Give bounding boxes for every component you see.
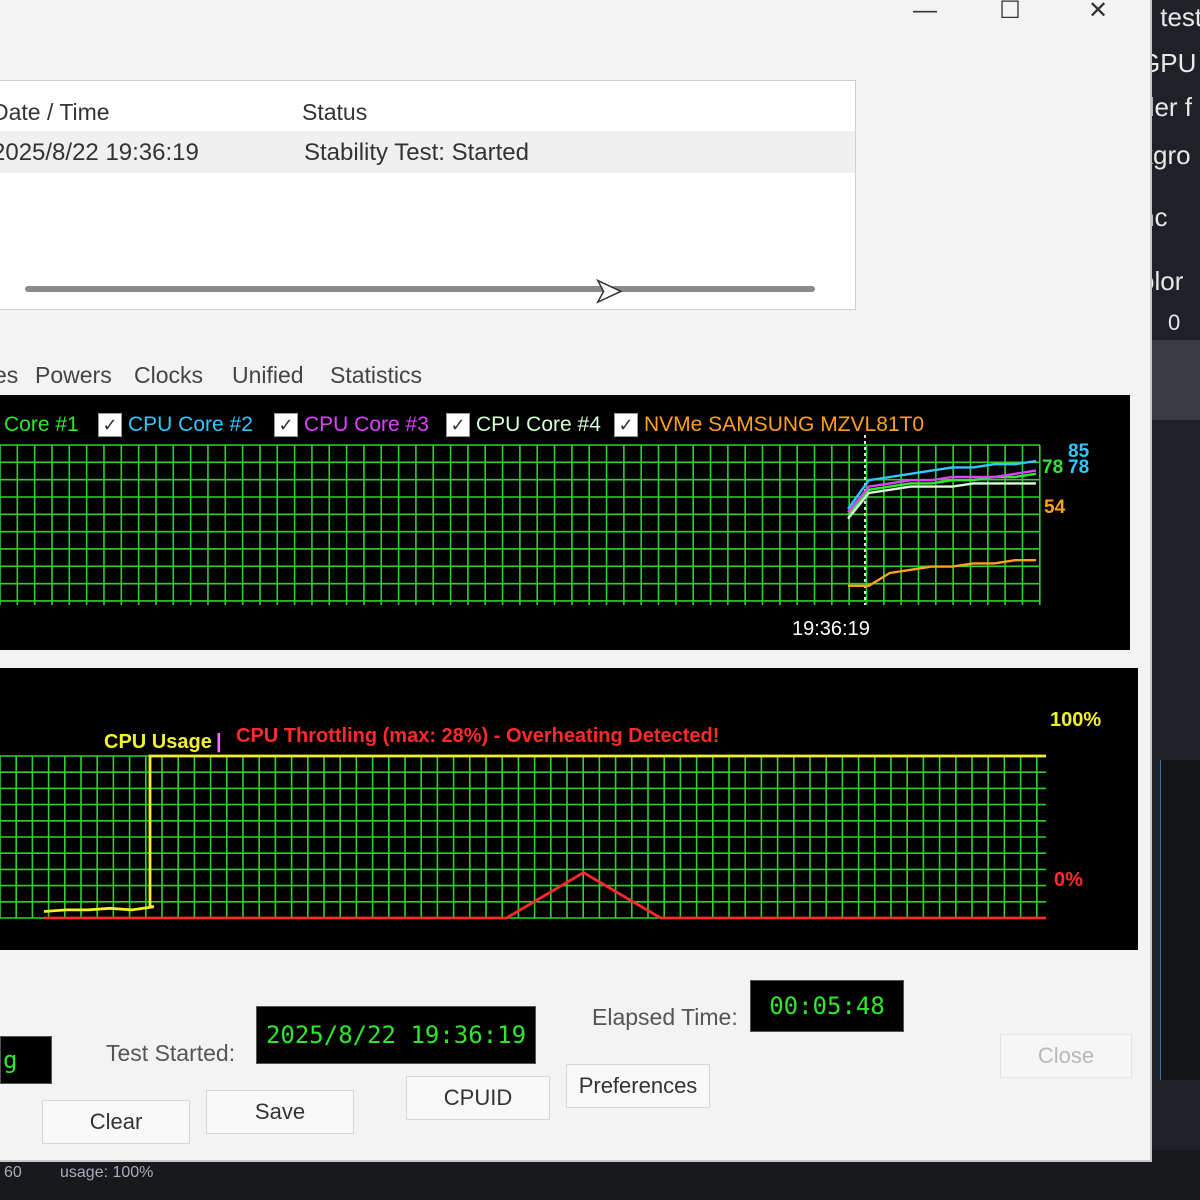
bg-text-line: 0 (1168, 310, 1181, 335)
value-label: 54 (1044, 497, 1066, 518)
time-axis-label: 19:36:19 (792, 618, 870, 640)
mouse-pointer-icon: ➤ (593, 271, 623, 311)
taskbar-item: usage: 100% (60, 1164, 154, 1181)
column-header-datetime[interactable]: Date / Time (0, 99, 110, 126)
cpu-usage-chart: CPU Usage | CPU Throttling (max: 28%) - Ov… (0, 668, 1138, 950)
cell-status: Stability Test: Started (304, 139, 529, 166)
elapsed-time-label: Elapsed Time: (592, 1004, 738, 1030)
legend-nvme[interactable]: ✓ NVMe SAMSUNG MZVL81T0 (614, 413, 924, 437)
horizontal-scrollbar[interactable] (25, 286, 815, 292)
checkbox-checked-icon[interactable]: ✓ (274, 413, 298, 437)
legend-core-3[interactable]: ✓ CPU Core #3 (274, 413, 429, 437)
maximize-button[interactable]: ☐ (980, 0, 1040, 28)
legend-label: NVMe SAMSUNG MZVL81T0 (644, 413, 925, 436)
y-max-label: 100% (1050, 709, 1101, 731)
log-table: Date / Time Status 2025/8/22 19:36:19 St… (0, 80, 856, 311)
tab-temperatures[interactable]: es (0, 362, 18, 389)
save-button[interactable]: Save (206, 1090, 354, 1134)
legend-core-2[interactable]: ✓ CPU Core #2 (98, 413, 253, 437)
status-lcd: g (0, 1036, 52, 1084)
checkbox-checked-icon[interactable]: ✓ (446, 413, 470, 437)
checkbox-checked-icon[interactable]: ✓ (98, 413, 122, 437)
legend-label: CPU Core #4 (476, 413, 601, 436)
cpuid-button[interactable]: CPUID (406, 1076, 550, 1120)
tab-powers[interactable]: Powers (35, 362, 112, 389)
bg-panel (1150, 340, 1200, 420)
legend-separator: | (216, 731, 222, 753)
temperature-chart: 19:36:19 85 78 78 54 Core #1 ✓ CPU Core #2 ✓… (0, 395, 1130, 650)
legend-label: Core #1 (4, 413, 79, 436)
checkbox-checked-icon[interactable]: ✓ (614, 413, 638, 437)
tab-statistics[interactable]: Statistics (330, 362, 422, 389)
preferences-button[interactable]: Preferences (566, 1064, 710, 1108)
minimize-button[interactable]: — (895, 0, 955, 28)
bg-chart (1160, 760, 1200, 1080)
elapsed-time-value: 00:05:48 (750, 980, 904, 1032)
taskbar-item: 60 (4, 1164, 22, 1181)
test-started-value: 2025/8/22 19:36:19 (256, 1006, 536, 1064)
test-started-label: Test Started: (106, 1040, 236, 1066)
legend-core-1[interactable]: Core #1 (4, 413, 79, 437)
legend-core-4[interactable]: ✓ CPU Core #4 (446, 413, 601, 437)
legend-label: CPU Core #2 (128, 413, 253, 436)
cpu-usage-chart-svg: CPU Usage | CPU Throttling (max: 28%) - Ov… (0, 709, 1101, 920)
column-header-status[interactable]: Status (302, 99, 367, 126)
tab-clocks[interactable]: Clocks (134, 362, 203, 389)
close-window-button[interactable]: ✕ (1068, 0, 1128, 28)
value-label: 78 (1042, 457, 1063, 478)
series-line (848, 558, 1036, 588)
legend-label: CPU Core #3 (304, 413, 429, 436)
y-min-label: 0% (1054, 869, 1083, 891)
close-button[interactable]: Close (1000, 1034, 1132, 1078)
stability-test-window: — ☐ ✕ Date / Time Status 2025/8/22 19:36… (0, 0, 1152, 1162)
legend-cpu-throttling: CPU Throttling (max: 28%) - Overheating … (236, 725, 719, 747)
legend-cpu-usage: CPU Usage (104, 731, 212, 753)
cell-datetime: 2025/8/22 19:36:19 (0, 139, 199, 166)
clear-button[interactable]: Clear (42, 1100, 190, 1144)
value-label: 78 (1068, 457, 1089, 478)
tab-unified[interactable]: Unified (232, 362, 304, 389)
